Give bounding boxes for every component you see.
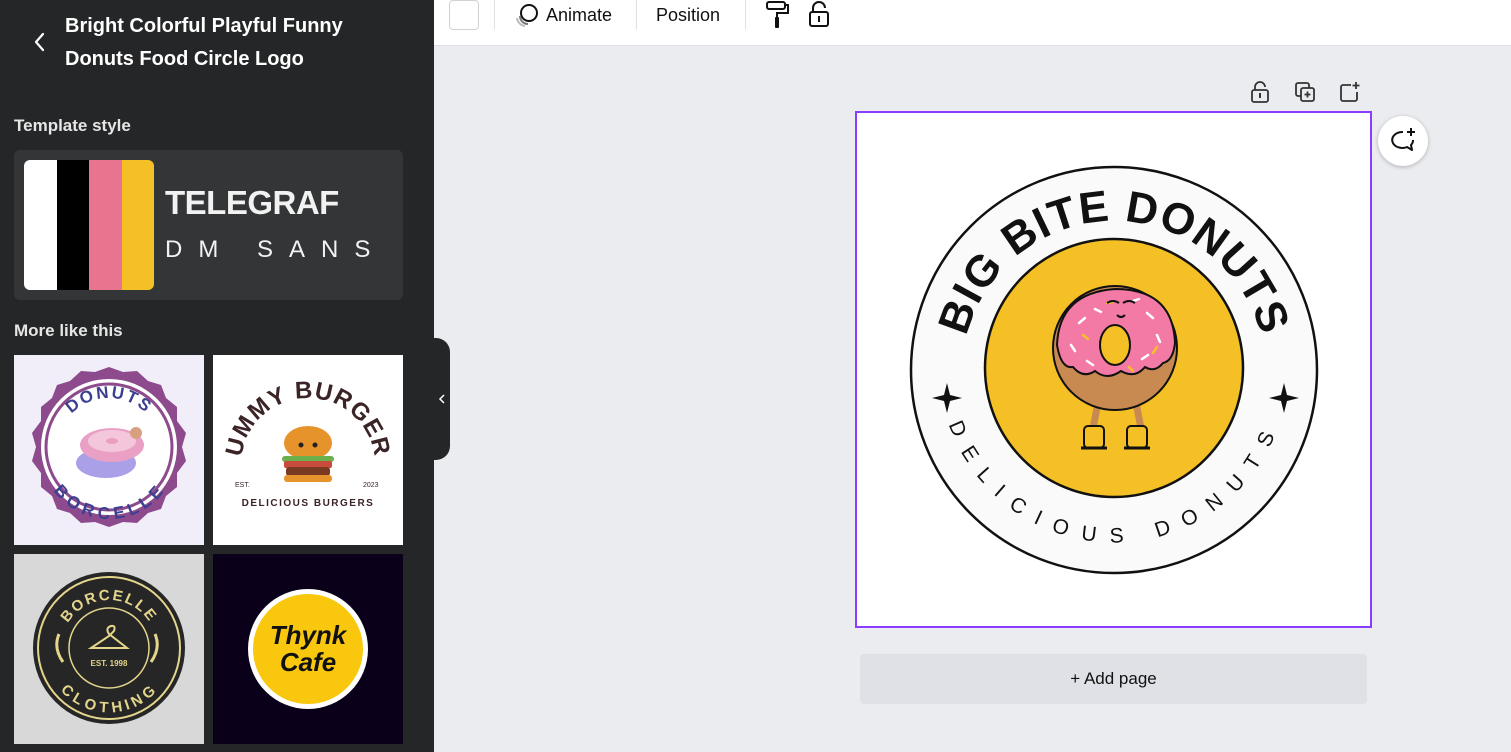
- comment-plus-icon: [1391, 128, 1415, 151]
- duplicate-icon: [1295, 82, 1315, 102]
- swatch-white: [24, 160, 57, 290]
- thumb4-line2: Cafe: [280, 647, 336, 677]
- add-comment-button[interactable]: [1378, 116, 1428, 166]
- thumb2-bottom-text: DELICIOUS BURGERS: [242, 498, 375, 509]
- add-page-button[interactable]: + Add page: [860, 654, 1367, 704]
- template-thumbnail-burgers[interactable]: YUMMY BURGERS EST. 2023 DELICIOUS BURGER…: [213, 355, 403, 545]
- template-thumbnail-cafe[interactable]: Thynk Cafe: [213, 554, 403, 744]
- toolbar-divider: [636, 0, 637, 30]
- chevron-left-icon: [34, 32, 45, 52]
- body-font-preview: DM SANS: [165, 236, 387, 263]
- thynk-cafe-logo: Thynk Cafe: [248, 589, 368, 709]
- big-bite-donuts-logo: BIG BITE DONUTS DELICIOUS DONUTS: [909, 165, 1319, 575]
- template-thumbnail-clothing[interactable]: EST. 1998 BORCELLE CLOTHING: [14, 554, 204, 744]
- yummy-burgers-logo: YUMMY BURGERS EST. 2023 DELICIOUS BURGER…: [213, 355, 395, 509]
- back-button[interactable]: [22, 24, 58, 60]
- position-label: Position: [656, 4, 721, 25]
- animate-button[interactable]: Animate: [514, 0, 612, 30]
- borcelle-clothing-logo: EST. 1998 BORCELLE CLOTHING: [33, 572, 185, 724]
- swatch-pink: [89, 160, 122, 290]
- animate-icon: [516, 4, 538, 27]
- copy-style-button[interactable]: [764, 0, 790, 30]
- editor-toolbar: Animate Position: [434, 0, 1511, 46]
- collapse-panel-button[interactable]: [434, 338, 450, 460]
- toolbar-divider: [494, 0, 495, 30]
- design-page[interactable]: BIG BITE DONUTS DELICIOUS DONUTS: [855, 111, 1372, 628]
- position-button[interactable]: Position: [656, 0, 720, 30]
- lock-icon: [809, 1, 829, 27]
- color-palette: [24, 160, 154, 290]
- template-title: Bright Colorful Playful Funny Donuts Foo…: [65, 15, 343, 70]
- duplicate-page-button[interactable]: [1293, 80, 1317, 104]
- color-swatch-icon[interactable]: [449, 0, 479, 30]
- toolbar-divider: [745, 0, 746, 30]
- thumb4-line1: Thynk: [270, 620, 348, 650]
- swatch-black: [56, 160, 89, 290]
- paint-roller-icon: [766, 1, 789, 28]
- lock-button[interactable]: [807, 0, 831, 30]
- donuts-borcelle-logo: DONUTS BORCELLE: [32, 367, 186, 527]
- add-page-icon: [1340, 82, 1360, 102]
- more-like-this-heading: More like this: [14, 321, 123, 340]
- lock-icon: [1251, 81, 1269, 103]
- template-sidebar: Bright Colorful Playful Funny Donuts Foo…: [0, 0, 434, 752]
- chevron-left-icon: [438, 394, 445, 404]
- thumb3-est: EST. 1998: [91, 659, 128, 668]
- animate-label: Animate: [546, 4, 613, 25]
- thumb2-year: 2023: [363, 482, 379, 489]
- swatch-yellow: [121, 160, 154, 290]
- add-page-icon-button[interactable]: [1338, 80, 1362, 104]
- heading-font-preview: TELEGRAF: [165, 184, 339, 221]
- template-thumbnail-donuts[interactable]: DONUTS BORCELLE: [14, 355, 204, 545]
- lock-page-button[interactable]: [1248, 80, 1272, 104]
- thumb2-est: EST.: [235, 482, 250, 489]
- template-style-heading: Template style: [14, 116, 131, 135]
- template-style-card[interactable]: TELEGRAF DM SANS: [14, 150, 403, 300]
